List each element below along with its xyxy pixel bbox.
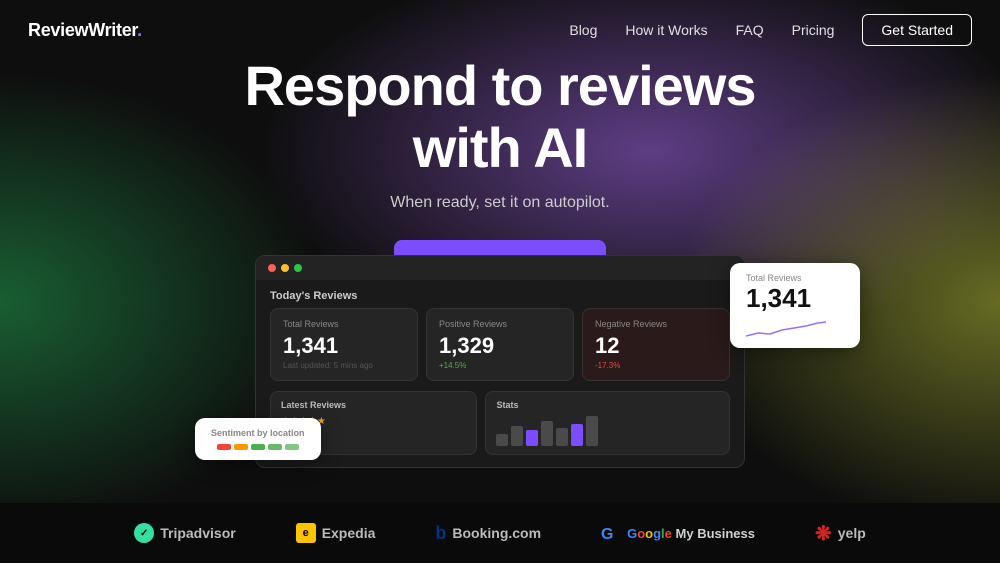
stat-cards: Total Reviews 1,341 Last updated: 5 mins…: [256, 308, 744, 391]
hero-content: Respond to reviews with AI When ready, s…: [0, 55, 1000, 284]
gauge-positive-3: [285, 444, 299, 450]
dashboard-bottom: Latest Reviews ★★★★★ Stats: [256, 391, 744, 467]
positive-reviews-change: +14.5%: [439, 361, 561, 370]
hero-title-line2: with AI: [413, 116, 587, 179]
sentiment-label: Sentiment by location: [211, 428, 305, 438]
dashboard-mockup: Today's Reviews Total Reviews 1,341 Last…: [255, 255, 745, 468]
expedia-icon: e: [296, 523, 316, 543]
gauge-negative: [217, 444, 231, 450]
total-reviews-value: 1,341: [283, 333, 405, 359]
bar-5: [556, 428, 568, 446]
bar-1: [496, 434, 508, 446]
negative-reviews-change: -17.3%: [595, 361, 717, 370]
svg-text:G: G: [601, 526, 613, 543]
sentiment-gauge: [211, 444, 305, 450]
booking-label: Booking.com: [452, 525, 541, 541]
bar-6: [571, 424, 583, 446]
dashboard-titlebar: [256, 256, 744, 280]
stats-title: Stats: [496, 400, 719, 410]
positive-reviews-value: 1,329: [439, 333, 561, 359]
logo-dot: .: [137, 20, 142, 40]
navbar: ReviewWriter. Blog How it Works FAQ Pric…: [0, 0, 1000, 60]
nav-link-faq[interactable]: FAQ: [736, 22, 764, 38]
nav-link-pricing[interactable]: Pricing: [792, 22, 835, 38]
yelp-label: yelp: [838, 525, 866, 541]
google-icon: G: [601, 523, 621, 543]
float-card-total-reviews: Total Reviews 1,341: [730, 263, 860, 348]
dashboard: Today's Reviews Total Reviews 1,341 Last…: [255, 255, 745, 468]
float-reviews-label: Total Reviews: [746, 273, 844, 283]
latest-reviews-title: Latest Reviews: [281, 400, 466, 410]
nav-links: Blog How it Works FAQ Pricing Get Starte…: [569, 14, 972, 46]
nav-link-blog[interactable]: Blog: [569, 22, 597, 38]
nav-link-how-it-works[interactable]: How it Works: [625, 22, 707, 38]
gauge-positive-2: [268, 444, 282, 450]
total-reviews-sub: Last updated: 5 mins ago: [283, 361, 405, 370]
stats-card: Stats: [485, 391, 730, 455]
bar-4: [541, 421, 553, 446]
dashboard-section-title: Today's Reviews: [256, 280, 744, 308]
yelp-icon: ❋: [815, 521, 832, 546]
positive-reviews-label: Positive Reviews: [439, 319, 561, 329]
logo: ReviewWriter.: [28, 20, 142, 41]
negative-reviews-label: Negative Reviews: [595, 319, 717, 329]
google-label: Google My Business: [627, 526, 755, 541]
tripadvisor-label: Tripadvisor: [160, 525, 235, 541]
gauge-neutral: [234, 444, 248, 450]
bar-3: [526, 430, 538, 446]
total-reviews-label: Total Reviews: [283, 319, 405, 329]
stat-card-positive: Positive Reviews 1,329 +14.5%: [426, 308, 574, 381]
partner-google: G Google My Business: [601, 523, 755, 543]
float-reviews-value: 1,341: [746, 283, 844, 314]
titlebar-dot-green: [294, 264, 302, 272]
mini-bar-chart: [496, 416, 719, 446]
negative-reviews-value: 12: [595, 333, 717, 359]
hero-title-line1: Respond to reviews: [244, 54, 755, 117]
bar-2: [511, 426, 523, 446]
tripadvisor-icon: ✓: [134, 523, 154, 543]
stat-card-total: Total Reviews 1,341 Last updated: 5 mins…: [270, 308, 418, 381]
get-started-button[interactable]: Get Started: [862, 14, 972, 46]
hero-section: ReviewWriter. Blog How it Works FAQ Pric…: [0, 0, 1000, 503]
sparkline: [746, 318, 844, 338]
titlebar-dot-red: [268, 264, 276, 272]
stat-card-negative: Negative Reviews 12 -17.3%: [582, 308, 730, 381]
expedia-label: Expedia: [322, 525, 376, 541]
hero-subtitle: When ready, set it on autopilot.: [390, 194, 609, 212]
float-card-sentiment: Sentiment by location: [195, 418, 321, 460]
hero-title: Respond to reviews with AI: [244, 55, 755, 178]
booking-icon: b: [435, 523, 446, 544]
titlebar-dot-yellow: [281, 264, 289, 272]
partner-bar: ✓ Tripadvisor e Expedia b Booking.com G …: [0, 503, 1000, 563]
partner-booking: b Booking.com: [435, 523, 541, 544]
bar-7: [586, 416, 598, 446]
partner-expedia: e Expedia: [296, 523, 376, 543]
gauge-positive-1: [251, 444, 265, 450]
partner-yelp: ❋ yelp: [815, 521, 866, 546]
partner-tripadvisor: ✓ Tripadvisor: [134, 523, 235, 543]
